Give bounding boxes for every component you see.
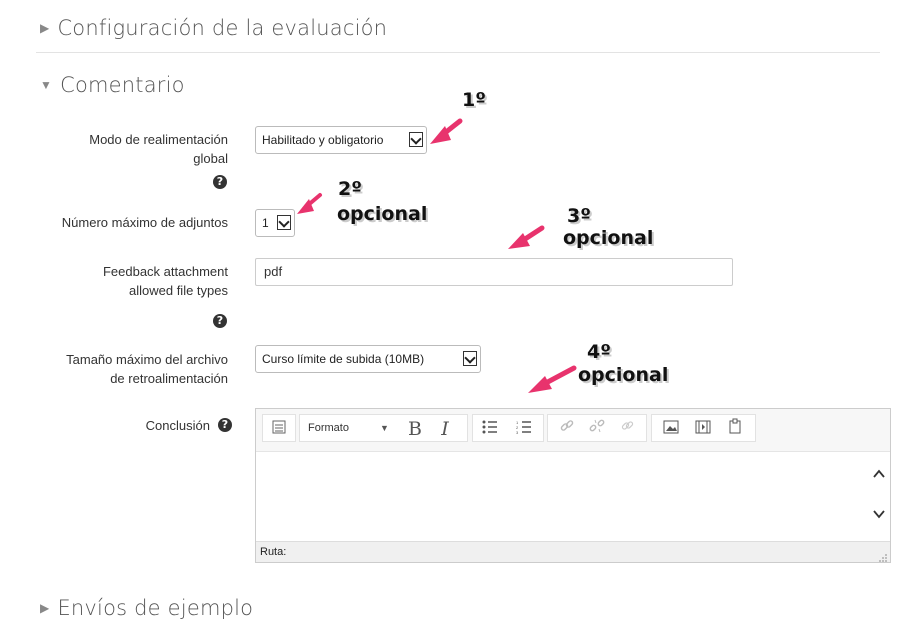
annotation-2-number: 2º bbox=[338, 178, 362, 200]
annotation-2-text: opcional bbox=[337, 203, 428, 225]
annotation-4-text: opcional bbox=[578, 364, 669, 386]
annotation-3-number: 3º bbox=[567, 205, 591, 227]
annotation-4-number: 4º bbox=[587, 341, 611, 363]
arrow-4-shaft bbox=[541, 365, 577, 387]
annotation-1-number: 1º bbox=[462, 89, 486, 111]
annotation-3-text: opcional bbox=[563, 227, 654, 249]
annotation-arrows bbox=[297, 118, 577, 393]
arrow-4-head bbox=[528, 376, 552, 393]
